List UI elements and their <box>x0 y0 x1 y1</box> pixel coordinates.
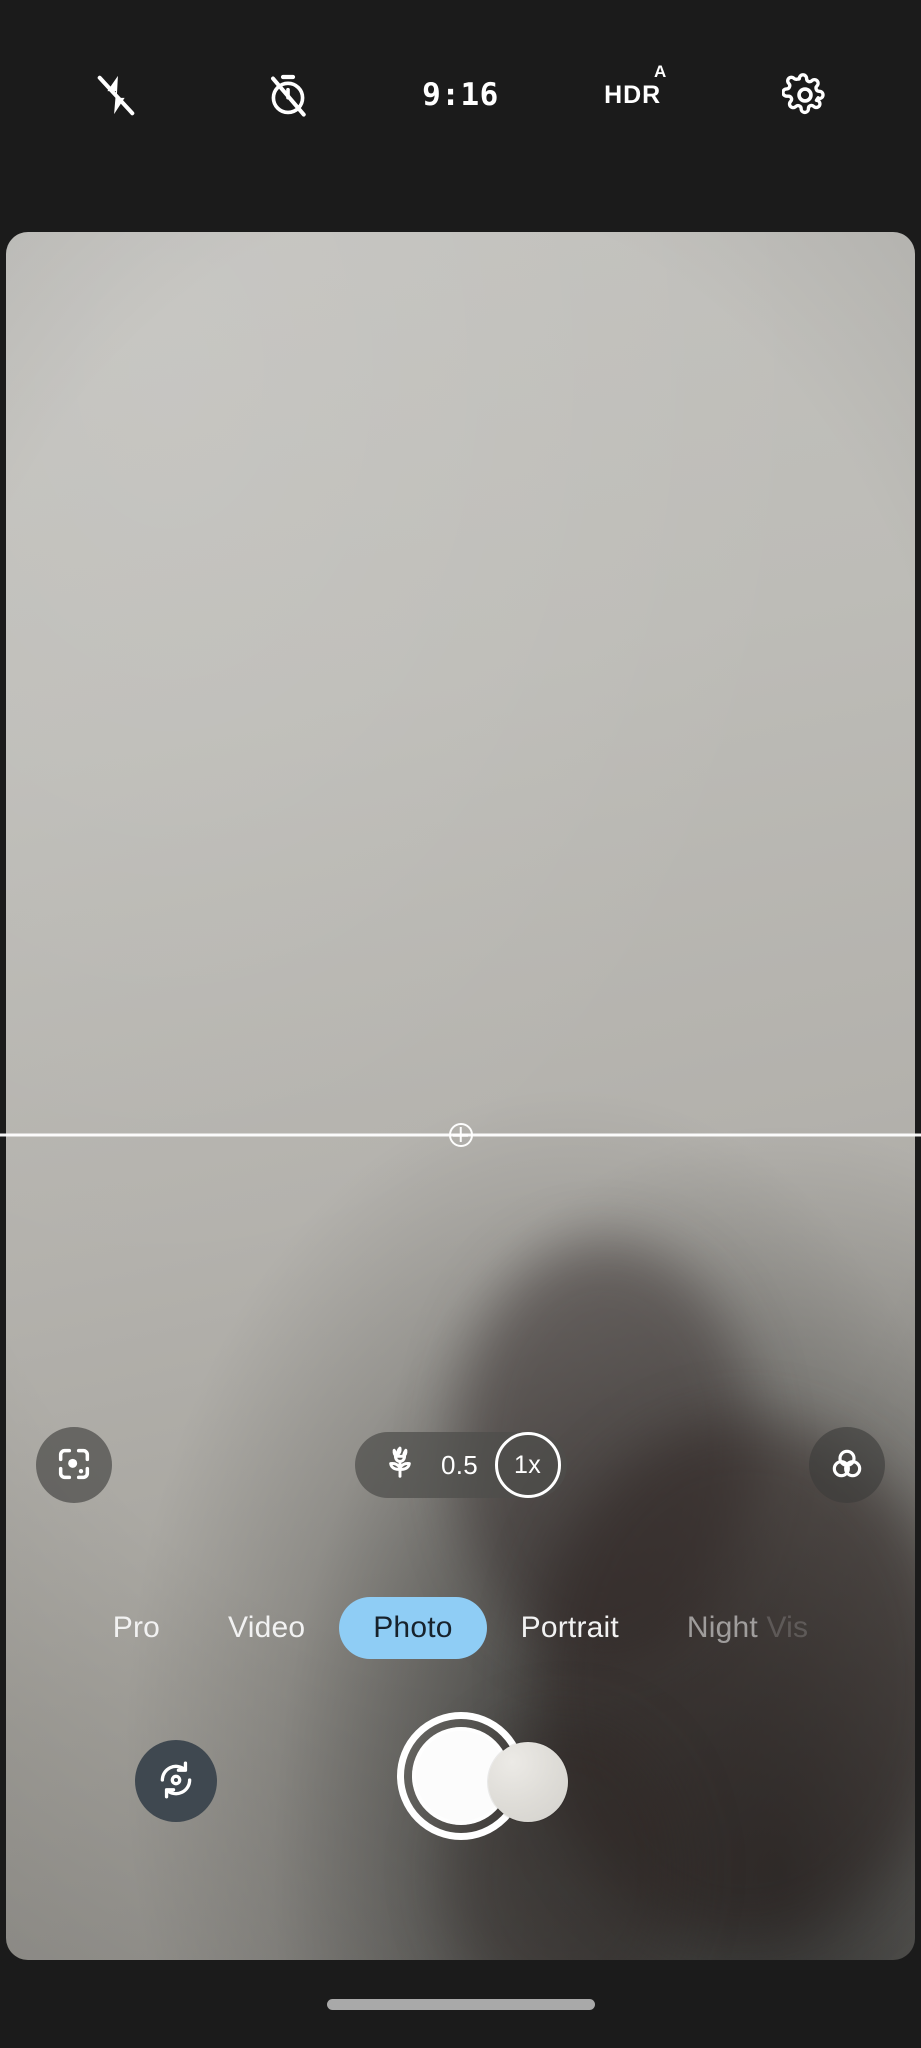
color-filters-button[interactable] <box>809 1427 885 1503</box>
macro-flower-icon <box>381 1443 419 1488</box>
mode-tab-label-truncated: Vis <box>757 1611 809 1644</box>
mode-tab-label: Photo <box>373 1611 453 1644</box>
mode-tab-video[interactable]: Video <box>194 1597 339 1659</box>
camera-preview[interactable] <box>6 232 915 1960</box>
preview-vignette <box>6 232 915 1960</box>
top-toolbar: 9:16 HDR A <box>0 0 921 232</box>
lens-zoom-control-row: 0.5 1x <box>0 1410 921 1520</box>
mode-tab-bar: Pro Video Photo Portrait Night Vis <box>0 1592 921 1664</box>
horizon-level-indicator <box>0 1120 921 1150</box>
three-circles-icon <box>827 1444 867 1487</box>
home-gesture-pill[interactable] <box>326 1998 595 2010</box>
mode-tab-label: Pro <box>112 1611 161 1644</box>
macro-mode-button[interactable] <box>375 1436 425 1494</box>
aspect-ratio-button[interactable]: 9:16 <box>414 49 506 141</box>
mode-tab-night-vision[interactable]: Night Vis <box>653 1597 842 1659</box>
lens-scan-button[interactable] <box>36 1427 112 1503</box>
lens-scan-icon <box>54 1444 94 1487</box>
hdr-auto-superscript: A <box>653 61 667 81</box>
hdr-auto-button[interactable]: HDR A <box>587 49 679 141</box>
mode-tab-label: Night <box>686 1611 758 1644</box>
hdr-label: HDR <box>604 80 662 109</box>
zoom-control-pill[interactable]: 0.5 1x <box>354 1432 567 1498</box>
mode-tab-portrait[interactable]: Portrait <box>487 1597 653 1659</box>
camera-flip-icon <box>155 1759 197 1804</box>
mode-tab-label: Video <box>228 1611 306 1644</box>
zoom-option-label: 1x <box>513 1450 541 1479</box>
zoom-option-1x[interactable]: 1x <box>494 1432 561 1498</box>
mode-tab-photo[interactable]: Photo <box>339 1597 487 1659</box>
switch-camera-button[interactable] <box>135 1740 217 1822</box>
system-navigation-bar <box>0 1960 921 2048</box>
gallery-thumbnail-button[interactable] <box>488 1742 568 1822</box>
level-crosshair-icon <box>448 1123 473 1147</box>
mode-tab-label: Portrait <box>520 1611 619 1644</box>
settings-gear-icon <box>781 72 828 118</box>
zoom-option-label: 0.5 <box>440 1449 479 1480</box>
timer-off-icon <box>265 72 311 118</box>
timer-off-button[interactable] <box>242 49 334 141</box>
shutter-row <box>0 1712 921 1912</box>
hdr-auto-icon: HDR A <box>604 62 666 110</box>
flash-off-icon <box>93 72 139 118</box>
settings-button[interactable] <box>759 49 851 141</box>
camera-app-screen: 9:16 HDR A 0.5 1x Pro Video Photo Portra… <box>0 0 921 2048</box>
mode-tab-list: Pro Video Photo Portrait Night Vis <box>79 1597 843 1659</box>
flash-off-button[interactable] <box>70 49 162 141</box>
mode-tab-pro[interactable]: Pro <box>79 1597 194 1659</box>
zoom-option-0-5x[interactable]: 0.5 <box>431 1436 489 1494</box>
aspect-ratio-label: 9:16 <box>422 77 499 113</box>
zoom-pill-wrapper: 0.5 1x <box>112 1432 809 1498</box>
